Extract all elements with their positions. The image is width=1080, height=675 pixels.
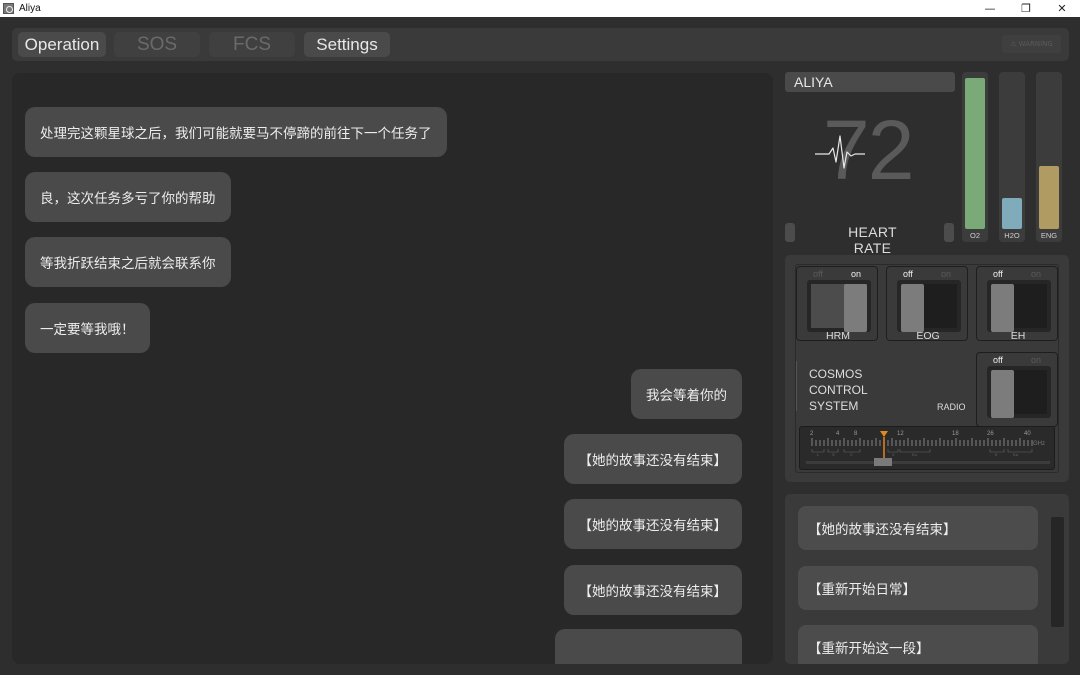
title-bar: Aliya — ❐ ✕	[0, 0, 1080, 17]
tuner-slider-handle	[874, 458, 892, 466]
switch-off-label: off	[903, 269, 913, 279]
option-button[interactable]: 【她的故事还没有结束】	[798, 506, 1038, 550]
tuner-needle-head	[880, 431, 888, 437]
tuner-tick-label: 4	[836, 431, 840, 437]
control-frame: off on HRM off on EOG off on EH COSMOS C…	[795, 264, 1059, 473]
cosmos-control-system-label: COSMOS CONTROL SYSTEM	[809, 367, 868, 413]
tab-sos[interactable]: SOS	[114, 32, 200, 57]
tuner-tick-label: 40	[1024, 431, 1031, 437]
character-name: ALIYA	[785, 72, 955, 92]
switch-on-label: on	[1030, 355, 1041, 365]
switch-radio[interactable]: off on	[976, 352, 1058, 427]
tuner-band-label: K	[995, 452, 998, 457]
heart-rate-right-knob[interactable]	[944, 223, 954, 242]
control-panel: off on HRM off on EOG off on EH COSMOS C…	[785, 255, 1069, 482]
tuner-band-label: C	[850, 452, 853, 457]
message-bubble: 等我折跃结束之后就会联系你	[25, 237, 231, 287]
gauge-h2o-label: H2O	[1004, 231, 1020, 240]
switch-eog[interactable]: off on EOG	[886, 266, 968, 342]
switch-knob[interactable]	[844, 284, 867, 332]
tuner-dial: 2 4 8 12 18 26 40 GHz L S C X Ku K Ka	[806, 431, 1050, 466]
tuner-band-label: Ku	[912, 452, 917, 457]
switch-track	[987, 366, 1051, 418]
window-controls: — ❐ ✕	[972, 0, 1080, 17]
switch-track	[897, 280, 961, 332]
gauge-o2-fill	[965, 78, 985, 229]
switch-track	[987, 280, 1051, 332]
gauge-h2o-fill	[1002, 198, 1022, 229]
warning-badge: ⚠ WARNING	[1002, 35, 1061, 53]
gauge-eng-fill	[1039, 166, 1059, 229]
tuner-band-label: X	[892, 452, 895, 457]
switch-name: HRM	[826, 330, 850, 342]
switch-eh[interactable]: off on EH	[976, 266, 1058, 342]
switch-track	[807, 280, 871, 332]
reply-bubble: 【她的故事还没有结束】	[563, 434, 742, 484]
reply-bubble	[555, 629, 742, 664]
reply-bubble: 我会等着你的	[631, 369, 742, 419]
switch-on-label: on	[940, 269, 951, 279]
reply-bubble: 【她的故事还没有结束】	[563, 565, 742, 615]
tab-settings[interactable]: Settings	[304, 32, 390, 57]
switch-off-label: off	[813, 269, 823, 279]
switch-name: EH	[1010, 330, 1026, 342]
close-icon[interactable]: ✕	[1044, 0, 1080, 17]
tuner-unit: GHz	[1033, 441, 1045, 447]
message-bubble: 良，这次任务多亏了你的帮助	[25, 172, 231, 222]
heart-rate-label: HEART RATE	[848, 224, 897, 256]
message-bubble: 处理完这颗星球之后，我们可能就要马不停蹄的前往下一个任务了	[25, 107, 447, 157]
tuner-band-label: Ka	[1013, 452, 1019, 457]
switch-knob[interactable]	[901, 284, 924, 332]
gauge-eng-label: ENG	[1040, 231, 1058, 240]
radio-tuner[interactable]: 2 4 8 12 18 26 40 GHz L S C X Ku K Ka	[799, 426, 1055, 470]
gauge-o2: O2	[962, 72, 988, 242]
divider	[796, 361, 797, 411]
tuner-band-label: S	[832, 452, 835, 457]
tuner-tick-label: 2	[810, 431, 814, 437]
switch-knob[interactable]	[991, 370, 1014, 418]
option-button[interactable]: 【重新开始这一段】	[798, 625, 1038, 664]
tab-operation[interactable]: Operation	[18, 32, 106, 57]
reply-bubble: 【她的故事还没有结束】	[563, 499, 742, 549]
tuner-tick-label: 18	[952, 431, 959, 437]
heartbeat-wave-icon	[815, 135, 865, 169]
radio-label: RADIO	[937, 402, 966, 412]
switch-hrm[interactable]: off on HRM	[796, 266, 878, 342]
option-button[interactable]: 【重新开始日常】	[798, 566, 1038, 610]
window-title: Aliya	[19, 3, 41, 14]
options-scrollbar[interactable]	[1051, 517, 1064, 627]
tab-fcs[interactable]: FCS	[209, 32, 295, 57]
status-panel: ALIYA 72 HEART RATE O2 H2O ENG	[785, 72, 1069, 256]
switch-on-label: on	[1030, 269, 1041, 279]
app-icon	[3, 3, 14, 14]
options-panel: 【她的故事还没有结束】 【重新开始日常】 【重新开始这一段】	[785, 494, 1069, 664]
switch-off-label: off	[993, 269, 1003, 279]
gauge-h2o: H2O	[999, 72, 1025, 242]
restore-icon[interactable]: ❐	[1008, 0, 1044, 17]
gauge-o2-label: O2	[969, 231, 980, 240]
top-toolbar: Operation SOS FCS Settings ⚠ WARNING	[12, 28, 1069, 61]
tuner-tick-label: 26	[987, 431, 994, 437]
switch-on-label: on	[850, 269, 861, 279]
switch-off-label: off	[993, 355, 1003, 365]
gauge-eng: ENG	[1036, 72, 1062, 242]
switch-name: EOG	[916, 330, 940, 342]
chat-log[interactable]: 处理完这颗星球之后，我们可能就要马不停蹄的前往下一个任务了 良，这次任务多亏了你…	[12, 73, 773, 664]
minimize-icon[interactable]: —	[972, 0, 1008, 17]
message-bubble: 一定要等我哦！	[25, 303, 150, 353]
tuner-band-label: L	[817, 452, 820, 457]
tuner-tick-label: 12	[897, 431, 904, 437]
switch-knob[interactable]	[991, 284, 1014, 332]
tuner-tick-label: 8	[854, 431, 858, 437]
heart-rate-left-knob[interactable]	[785, 223, 795, 242]
